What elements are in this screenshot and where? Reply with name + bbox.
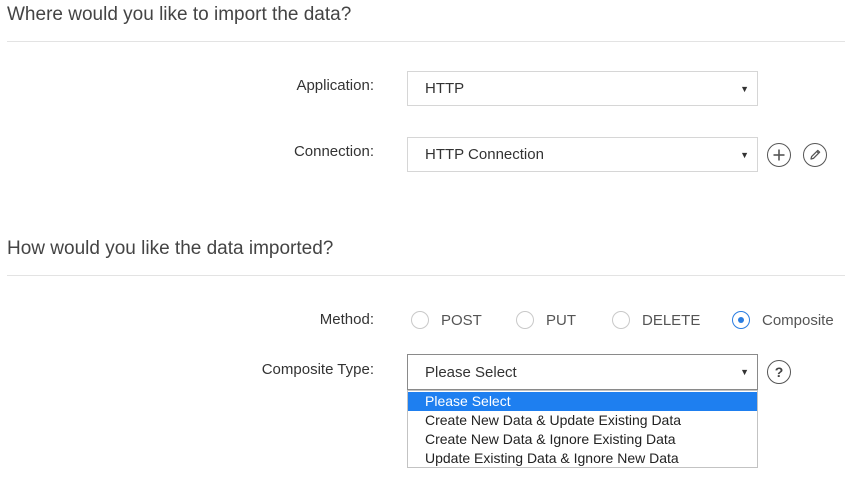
radio-circle-icon [411,311,429,329]
method-label: Method: [319,311,374,328]
chevron-down-icon: ▼ [740,149,749,160]
radio-circle-icon [612,311,630,329]
composite-type-label: Composite Type: [261,361,374,378]
radio-circle-icon [516,311,534,329]
pencil-icon [810,149,821,160]
dropdown-option[interactable]: Please Select [408,392,757,411]
application-label: Application: [296,77,374,94]
method-section-title: How would you like the data imported? [7,238,334,259]
method-radio-put[interactable]: PUT [516,309,576,331]
connection-label: Connection: [293,143,374,160]
edit-connection-button[interactable] [803,143,827,167]
destination-section-divider [7,41,845,42]
dropdown-option[interactable]: Create New Data & Ignore Existing Data [408,430,757,449]
connection-select-value: HTTP Connection [425,146,544,163]
method-option-label: POST [441,311,482,329]
composite-type-select[interactable]: Please Select ▼ [407,354,758,390]
application-select[interactable]: HTTP ▼ [407,71,758,106]
add-connection-button[interactable] [767,143,791,167]
chevron-down-icon: ▼ [740,367,749,377]
dropdown-option[interactable]: Update Existing Data & Ignore New Data [408,449,757,468]
method-option-label: PUT [546,311,576,329]
dropdown-option[interactable]: Create New Data & Update Existing Data [408,411,757,430]
destination-section-title: Where would you like to import the data? [7,4,352,25]
application-select-value: HTTP [425,80,465,97]
composite-type-help-button[interactable]: ? [767,360,791,384]
method-radio-composite[interactable]: Composite [732,309,834,331]
help-icon: ? [774,364,784,380]
method-radio-post[interactable]: POST [411,309,482,331]
chevron-down-icon: ▼ [740,83,749,94]
radio-checked-icon [732,311,750,329]
composite-type-dropdown-list: Please Select Create New Data & Update E… [407,390,758,468]
method-option-label: DELETE [642,311,701,329]
composite-type-select-value: Please Select [425,363,517,381]
connection-select[interactable]: HTTP Connection ▼ [407,137,758,172]
method-section-divider [7,275,845,276]
method-option-label: Composite [762,311,834,329]
method-radio-delete[interactable]: DELETE [612,309,700,331]
plus-icon [773,149,785,161]
